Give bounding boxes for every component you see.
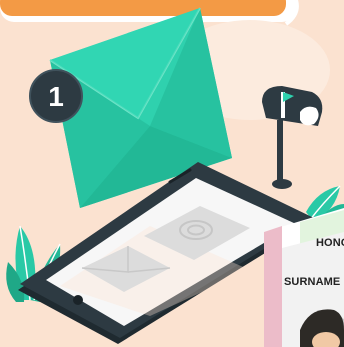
mailbox-icon	[262, 86, 323, 189]
card-label-honor: HONO	[316, 237, 344, 249]
notification-count: 1	[48, 81, 64, 112]
illustration-art: 1	[0, 0, 344, 347]
illustration-stage: 1 HON SURNAME	[0, 0, 344, 347]
card-label-surname: SURNAME	[284, 276, 341, 288]
